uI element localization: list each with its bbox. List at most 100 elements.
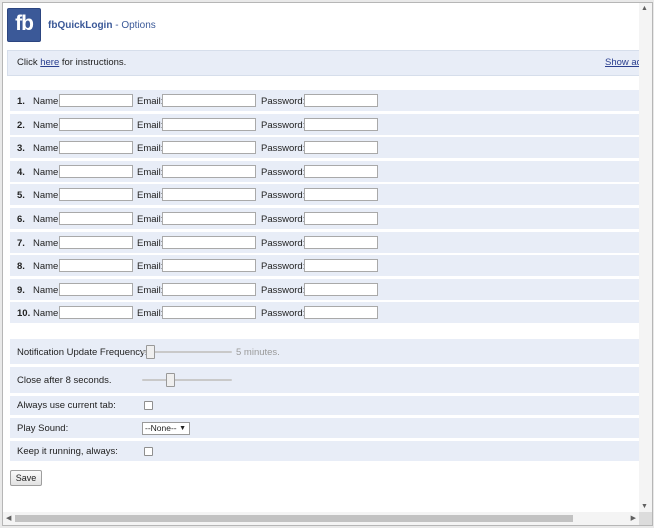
name-field[interactable] [59, 235, 133, 249]
account-row: 1. Name: Email: Password: [10, 89, 639, 113]
account-row: 8. Name: Email: Password: [10, 254, 639, 278]
horizontal-scroll-thumb[interactable] [15, 515, 573, 522]
account-number: 6. [17, 213, 25, 225]
show-advanced-link[interactable]: Show adv [605, 57, 639, 68]
password-label: Password: [261, 166, 306, 178]
keep-running-row: Keep it running, always: [10, 441, 639, 461]
name-label: Name: [33, 308, 61, 320]
password-field[interactable] [304, 164, 378, 178]
name-label: Name: [33, 190, 61, 202]
email-field[interactable] [162, 141, 256, 155]
vertical-scrollbar[interactable]: ▲ ▼ [639, 3, 652, 512]
password-label: Password: [261, 96, 306, 107]
email-label: Email: [137, 237, 164, 249]
current-tab-checkbox[interactable] [144, 401, 153, 410]
password-field[interactable] [304, 259, 378, 273]
email-label: Email: [137, 166, 164, 178]
name-field[interactable] [59, 282, 133, 296]
password-field[interactable] [304, 306, 378, 320]
instructions-text: Click here for instructions. [17, 57, 126, 68]
notification-frequency-slider[interactable] [142, 345, 232, 359]
current-tab-label: Always use current tab: [17, 400, 116, 411]
password-field[interactable] [304, 211, 378, 225]
scroll-right-icon[interactable]: ▶ [631, 514, 636, 522]
browser-content: fb fbQuickLogin - Options Click here for… [2, 2, 653, 526]
email-field[interactable] [162, 235, 256, 249]
close-after-row: Close after 8 seconds. [10, 367, 639, 393]
email-field[interactable] [162, 306, 256, 320]
name-field[interactable] [59, 94, 133, 107]
email-field[interactable] [162, 117, 256, 131]
scrollbar-corner [639, 512, 652, 525]
password-label: Password: [261, 213, 306, 225]
account-row: 10. Name: Email: Password: [10, 301, 639, 325]
email-label: Email: [137, 261, 164, 273]
notification-frequency-label: Notification Update Frequency: [17, 347, 148, 358]
horizontal-scrollbar[interactable]: ◀ ▶ [3, 512, 639, 525]
account-row: 9. Name: Email: Password: [10, 278, 639, 302]
slider-thumb[interactable] [166, 373, 175, 387]
accounts-list: 1. Name: Email: Password: 2. Name: Email: Passw… [10, 89, 639, 325]
name-label: Name: [33, 237, 61, 249]
password-field[interactable] [304, 188, 378, 202]
email-field[interactable] [162, 164, 256, 178]
page-subtitle: Options [121, 20, 156, 31]
name-field[interactable] [59, 211, 133, 225]
name-label: Name: [33, 213, 61, 225]
email-field[interactable] [162, 188, 256, 202]
instructions-link[interactable]: here [40, 57, 59, 68]
password-field[interactable] [304, 94, 378, 107]
save-button[interactable]: Save [10, 470, 42, 486]
app-name: fbQuickLogin [48, 20, 113, 31]
password-field[interactable] [304, 141, 378, 155]
password-label: Password: [261, 261, 306, 273]
notification-frequency-value: 5 minutes. [236, 347, 280, 358]
name-field[interactable] [59, 306, 133, 320]
scroll-down-icon[interactable]: ▼ [641, 503, 648, 510]
email-field[interactable] [162, 211, 256, 225]
password-field[interactable] [304, 282, 378, 296]
email-field[interactable] [162, 94, 256, 107]
name-field[interactable] [59, 259, 133, 273]
close-after-slider[interactable] [142, 373, 232, 387]
name-field[interactable] [59, 117, 133, 131]
scroll-left-icon[interactable]: ◀ [6, 514, 11, 522]
play-sound-value: --None-- [145, 423, 177, 433]
title-separator: - [112, 20, 122, 31]
email-field[interactable] [162, 282, 256, 296]
keep-running-label: Keep it running, always: [17, 446, 118, 457]
name-label: Name: [33, 261, 61, 273]
instructions-suffix: for instructions. [59, 57, 127, 68]
account-number: 10. [17, 308, 31, 320]
password-field[interactable] [304, 235, 378, 249]
play-sound-select[interactable]: --None-- ▼ [142, 422, 190, 435]
name-field[interactable] [59, 164, 133, 178]
keep-running-checkbox[interactable] [144, 447, 153, 456]
name-field[interactable] [59, 141, 133, 155]
email-label: Email: [137, 213, 164, 225]
page-title: fbQuickLogin - Options [48, 20, 156, 31]
account-number: 3. [17, 143, 25, 155]
name-label: Name: [33, 166, 61, 178]
account-number: 8. [17, 261, 25, 273]
scroll-up-icon[interactable]: ▲ [641, 5, 648, 12]
slider-thumb[interactable] [146, 345, 155, 359]
account-row: 3. Name: Email: Password: [10, 136, 639, 160]
password-field[interactable] [304, 117, 378, 131]
account-number: 2. [17, 119, 25, 131]
options-page: fb fbQuickLogin - Options Click here for… [3, 3, 639, 512]
email-label: Email: [137, 190, 164, 202]
slider-track [142, 351, 232, 353]
email-label: Email: [137, 96, 164, 107]
name-label: Name: [33, 143, 61, 155]
notification-frequency-row: Notification Update Frequency: 5 minutes… [10, 339, 639, 364]
password-label: Password: [261, 119, 306, 131]
account-row: 6. Name: Email: Password: [10, 207, 639, 231]
account-number: 7. [17, 237, 25, 249]
password-label: Password: [261, 190, 306, 202]
account-number: 9. [17, 284, 25, 296]
email-field[interactable] [162, 259, 256, 273]
name-label: Name: [33, 119, 61, 131]
name-field[interactable] [59, 188, 133, 202]
name-label: Name: [33, 284, 61, 296]
